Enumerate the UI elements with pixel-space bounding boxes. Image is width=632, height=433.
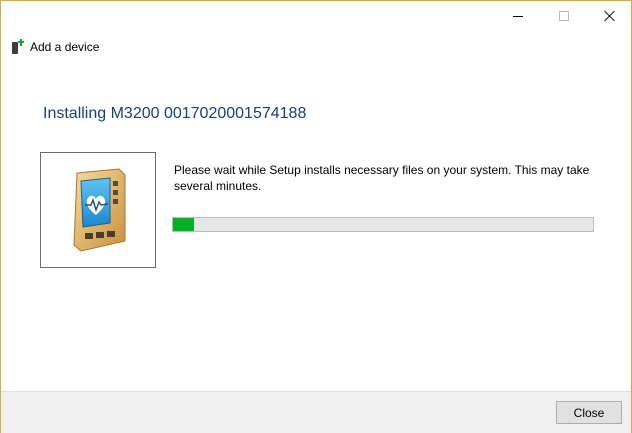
progress-fill bbox=[173, 218, 194, 231]
status-message: Please wait while Setup installs necessa… bbox=[174, 163, 590, 193]
header-label: Add a device bbox=[30, 40, 100, 54]
minimize-button[interactable] bbox=[495, 1, 541, 31]
dialog-footer: Close bbox=[1, 391, 631, 433]
page-title: Installing M3200 0017020001574188 bbox=[43, 105, 307, 122]
device-image-frame bbox=[40, 152, 156, 268]
medical-device-icon bbox=[73, 168, 126, 252]
window-header: Add a device bbox=[11, 37, 99, 57]
device-add-icon bbox=[11, 39, 25, 55]
close-button[interactable]: Close bbox=[556, 401, 622, 424]
close-icon bbox=[604, 10, 616, 22]
minimize-icon bbox=[513, 15, 523, 17]
window-close-button[interactable] bbox=[587, 1, 632, 31]
add-device-window: Add a device Installing M3200 0017020001… bbox=[0, 0, 632, 433]
maximize-icon bbox=[559, 11, 569, 21]
install-progress-bar bbox=[172, 217, 594, 232]
maximize-button[interactable] bbox=[541, 1, 587, 31]
